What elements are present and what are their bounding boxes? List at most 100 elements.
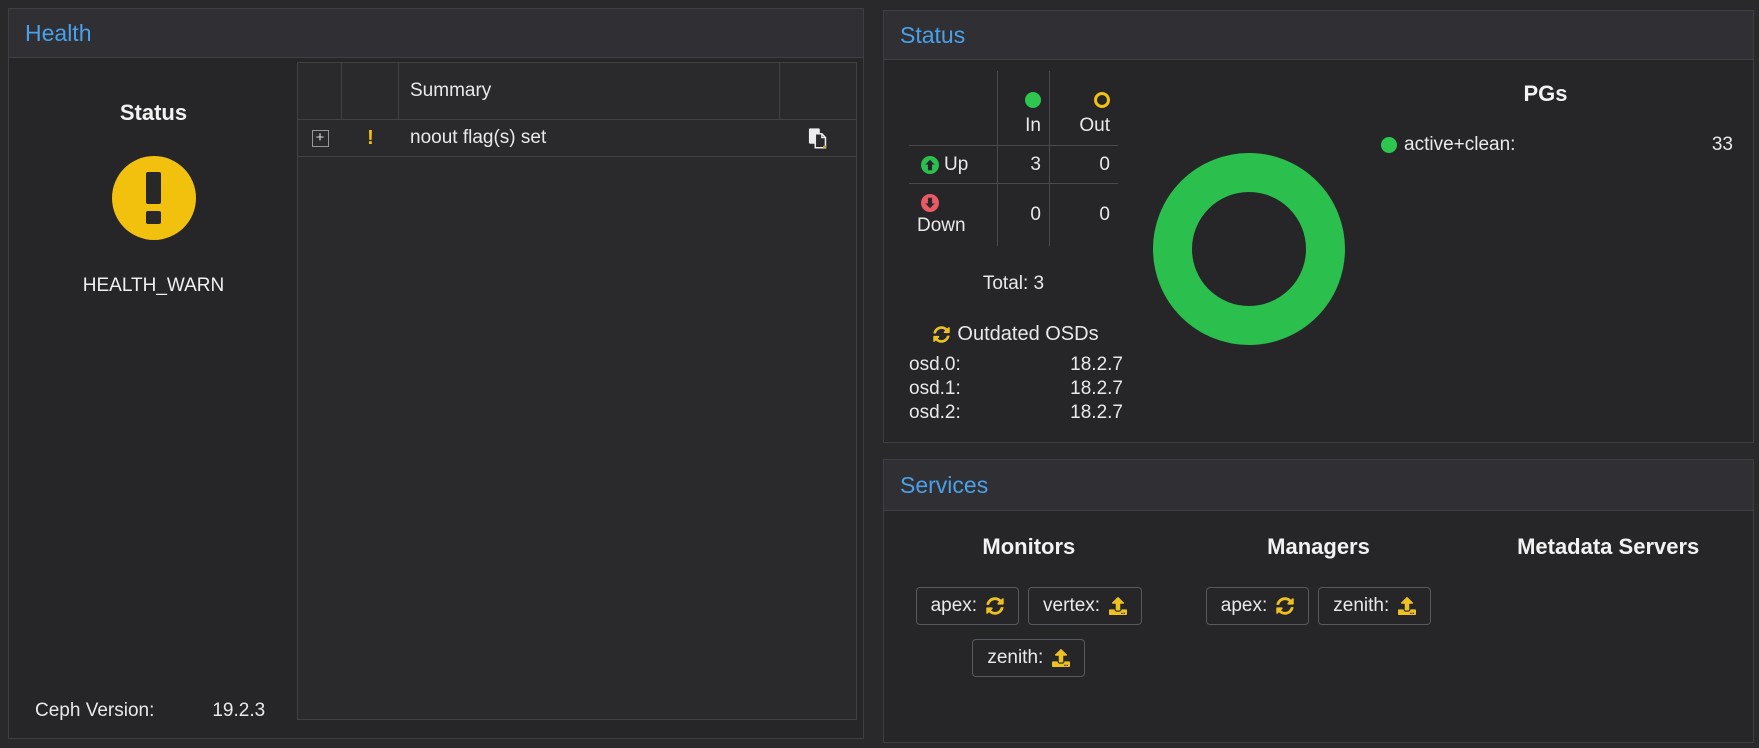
table-row[interactable]: + ! noout flag(s) set bbox=[298, 120, 856, 157]
status-panel-header: Status bbox=[884, 11, 1753, 60]
upload-icon bbox=[1398, 597, 1416, 615]
osd-name: osd.2: bbox=[909, 401, 961, 425]
osd-up-label-cell: Up bbox=[909, 145, 997, 183]
health-panel: Health Status HEALTH_WARN Ceph Version: … bbox=[8, 8, 864, 739]
severity-header-cell bbox=[342, 63, 399, 119]
osd-updown-table: In Out Up 3 0 Down 0 0 bbox=[909, 71, 1118, 246]
status-panel-body: In Out Up 3 0 Down 0 0 T bbox=[884, 60, 1753, 440]
osd-name: osd.0: bbox=[909, 353, 961, 377]
monitor-badge-zenith[interactable]: zenith: bbox=[972, 639, 1085, 677]
monitors-badges: apex: vertex: zenith: bbox=[904, 587, 1154, 677]
metadata-servers-heading: Metadata Servers bbox=[1517, 534, 1699, 560]
metadata-servers-column: Metadata Servers bbox=[1463, 534, 1753, 741]
sync-icon bbox=[1276, 597, 1294, 615]
monitor-badge-apex[interactable]: apex: bbox=[916, 587, 1019, 625]
outdated-osds-list: osd.0: 18.2.7 osd.1: 18.2.7 osd.2: 18.2.… bbox=[909, 353, 1123, 425]
managers-badges: apex: zenith: bbox=[1206, 587, 1431, 625]
osd-up-out-value: 0 bbox=[1049, 145, 1118, 183]
legend-value: 33 bbox=[1712, 134, 1733, 156]
services-panel-header: Services bbox=[884, 460, 1753, 511]
osd-table-corner-cell bbox=[909, 71, 997, 145]
legend-label: active+clean: bbox=[1404, 134, 1515, 156]
summary-cell: noout flag(s) set bbox=[399, 127, 780, 149]
out-ring-icon bbox=[1094, 92, 1110, 108]
pg-donut-chart bbox=[1153, 153, 1345, 345]
osd-version: 18.2.7 bbox=[1070, 377, 1123, 401]
legend-dot-icon bbox=[1381, 137, 1397, 153]
health-issues-table: Summary + ! noout flag(s) set bbox=[297, 62, 857, 720]
plus-icon: + bbox=[316, 129, 325, 146]
in-header-label: In bbox=[1025, 115, 1041, 137]
sync-icon bbox=[986, 597, 1004, 615]
services-panel-title: Services bbox=[900, 472, 988, 499]
copy-cell bbox=[780, 127, 856, 150]
health-status-section: Status HEALTH_WARN Ceph Version: 19.2.3 bbox=[9, 58, 298, 738]
up-arrow-circle-icon bbox=[921, 156, 939, 174]
expand-header-cell bbox=[298, 63, 342, 119]
list-item: osd.0: 18.2.7 bbox=[909, 353, 1123, 377]
warning-circle-icon bbox=[112, 156, 196, 240]
upload-icon bbox=[1052, 649, 1070, 667]
monitors-heading: Monitors bbox=[982, 534, 1075, 560]
monitors-column: Monitors apex: vertex: zenith: bbox=[884, 534, 1174, 741]
down-row-label: Down bbox=[917, 215, 966, 237]
osd-total: Total: 3 bbox=[909, 273, 1118, 295]
list-item: osd.2: 18.2.7 bbox=[909, 401, 1123, 425]
ceph-version-value: 19.2.3 bbox=[212, 700, 265, 722]
summary-header-cell[interactable]: Summary bbox=[399, 63, 780, 119]
outdated-osds-section: Outdated OSDs osd.0: 18.2.7 osd.1: 18.2.… bbox=[909, 323, 1123, 425]
badge-label: zenith: bbox=[987, 647, 1043, 669]
warning-severity-icon: ! bbox=[367, 127, 374, 150]
managers-column: Managers apex: zenith: bbox=[1174, 534, 1464, 741]
sync-icon bbox=[933, 326, 950, 343]
out-header-label: Out bbox=[1079, 115, 1110, 137]
exclamation-icon bbox=[146, 172, 161, 204]
up-row-label: Up bbox=[944, 154, 968, 176]
osd-down-out-value: 0 bbox=[1049, 183, 1118, 246]
exclamation-dot bbox=[146, 211, 161, 224]
copy-header-cell bbox=[780, 63, 856, 119]
badge-label: apex: bbox=[1221, 595, 1267, 617]
pgs-section: PGs active+clean: 33 bbox=[1358, 81, 1733, 156]
osd-version: 18.2.7 bbox=[1070, 401, 1123, 425]
services-panel-body: Monitors apex: vertex: zenith: Managers bbox=[884, 511, 1753, 741]
outdated-osds-heading: Outdated OSDs bbox=[909, 323, 1123, 346]
badge-label: apex: bbox=[931, 595, 977, 617]
pgs-heading: PGs bbox=[1358, 81, 1733, 107]
health-panel-title: Health bbox=[25, 20, 91, 47]
badge-label: zenith: bbox=[1333, 595, 1389, 617]
status-panel-title: Status bbox=[900, 22, 965, 49]
down-arrow-circle-icon bbox=[921, 194, 939, 212]
health-panel-header: Health bbox=[9, 9, 863, 58]
manager-badge-apex[interactable]: apex: bbox=[1206, 587, 1309, 625]
osd-in-header-cell: In bbox=[997, 71, 1049, 145]
status-panel: Status In Out Up 3 0 bbox=[883, 10, 1754, 443]
ceph-version-label: Ceph Version: bbox=[35, 700, 154, 722]
osd-out-header-cell: Out bbox=[1049, 71, 1118, 145]
health-panel-body: Status HEALTH_WARN Ceph Version: 19.2.3 … bbox=[9, 58, 863, 738]
pgs-legend-item: active+clean: 33 bbox=[1358, 134, 1733, 156]
severity-cell: ! bbox=[342, 127, 399, 150]
list-item: osd.1: 18.2.7 bbox=[909, 377, 1123, 401]
expand-cell: + bbox=[298, 130, 342, 147]
ceph-dashboard: { "colors": { "accent_blue": "#4aa0e8", … bbox=[0, 0, 1759, 748]
osd-up-in-value: 3 bbox=[997, 145, 1049, 183]
managers-heading: Managers bbox=[1267, 534, 1370, 560]
manager-badge-zenith[interactable]: zenith: bbox=[1318, 587, 1431, 625]
health-table-header-row: Summary bbox=[298, 63, 856, 120]
osd-down-label-cell: Down bbox=[909, 183, 997, 246]
health-status-heading: Status bbox=[9, 100, 298, 126]
copy-button[interactable] bbox=[808, 127, 828, 150]
copy-icon bbox=[808, 127, 828, 150]
upload-icon bbox=[1109, 597, 1127, 615]
ceph-version-row: Ceph Version: 19.2.3 bbox=[35, 700, 265, 722]
badge-label: vertex: bbox=[1043, 595, 1100, 617]
monitor-badge-vertex[interactable]: vertex: bbox=[1028, 587, 1142, 625]
health-status-value: HEALTH_WARN bbox=[9, 275, 298, 297]
osd-down-in-value: 0 bbox=[997, 183, 1049, 246]
osd-version: 18.2.7 bbox=[1070, 353, 1123, 377]
osd-name: osd.1: bbox=[909, 377, 961, 401]
services-panel: Services Monitors apex: vertex: zenith: bbox=[883, 459, 1754, 743]
in-dot-icon bbox=[1025, 92, 1041, 108]
expand-button[interactable]: + bbox=[312, 130, 329, 147]
